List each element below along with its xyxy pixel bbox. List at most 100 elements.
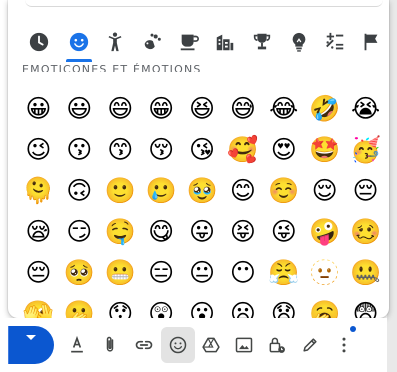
section-heading: EMOTICONES ET ÉMOTIONS <box>22 63 202 72</box>
emoji-item[interactable]: 😃 <box>59 88 100 129</box>
emoji-item[interactable]: 😀 <box>18 88 59 129</box>
emoji-item[interactable]: 😮 <box>182 293 223 318</box>
flag-icon <box>364 33 378 51</box>
category-recent[interactable] <box>24 26 54 58</box>
emoji-item[interactable]: 😗 <box>59 129 100 170</box>
lock-clock-icon <box>269 337 285 353</box>
emoji-item[interactable]: 😜 <box>263 211 304 252</box>
send-button-divider <box>8 326 9 364</box>
buildings-icon <box>216 34 234 51</box>
emoji-item[interactable]: 🤩 <box>304 129 345 170</box>
confidential-mode-button[interactable] <box>260 327 294 363</box>
emoji-item[interactable]: 😪 <box>18 211 59 252</box>
trophy-icon <box>253 33 271 50</box>
emoji-item[interactable]: 😍 <box>263 129 304 170</box>
emoji-item[interactable]: 😁 <box>141 88 182 129</box>
emoji-item[interactable]: 😂 <box>263 88 304 129</box>
category-food[interactable] <box>174 26 204 58</box>
emoji-item[interactable]: 🥺 <box>59 252 100 293</box>
pen-icon <box>303 338 317 352</box>
insert-signature-button[interactable] <box>293 327 327 363</box>
emoji-item[interactable]: 😏 <box>59 211 100 252</box>
symbols-icon <box>326 32 344 50</box>
emoji-item[interactable]: ☺️ <box>263 170 304 211</box>
emoji-item[interactable]: 😛 <box>182 211 223 252</box>
category-people[interactable] <box>100 26 130 58</box>
insert-link-button[interactable] <box>127 327 161 363</box>
emoji-item[interactable]: 🙃 <box>59 170 100 211</box>
insert-emoji-button[interactable] <box>161 327 195 363</box>
emoji-item[interactable]: 😬 <box>100 252 141 293</box>
emoji-item[interactable]: 😅 <box>222 88 263 129</box>
emoji-grid: 😀 😃 😄 😁 😆 😅 😂 🤣 😭 😉 😗 😙 😚 😘 🥰 😍 🤩 🥳 🫠 🙃 🙂 🥲 🥹 😊 ☺️ 😌 😔 😪 😏 🤤 😋 😛 😝 😜 🤪 🥴 😔 🥺 😬… <box>18 88 386 318</box>
category-travel[interactable] <box>210 26 240 58</box>
emoji-item[interactable]: 🥹 <box>182 170 223 211</box>
link-icon <box>135 340 153 350</box>
animals-icon <box>144 33 161 50</box>
emoji-item[interactable]: 😝 <box>222 211 263 252</box>
emoji-item[interactable]: 😔 <box>345 170 386 211</box>
category-smileys[interactable] <box>64 26 94 58</box>
smiley-icon <box>69 32 89 52</box>
person-icon <box>108 32 122 52</box>
emoji-item[interactable]: 😲 <box>141 293 182 318</box>
emoji-item[interactable]: 😶 <box>222 252 263 293</box>
emoji-item[interactable]: 🥴 <box>345 211 386 252</box>
emoji-item[interactable]: 😧 <box>263 293 304 318</box>
emoji-item[interactable]: 🥱 <box>304 293 345 318</box>
insert-photo-button[interactable] <box>227 327 261 363</box>
emoji-item[interactable]: 😉 <box>18 129 59 170</box>
attachment-icon <box>106 336 114 352</box>
category-animals[interactable] <box>137 26 167 58</box>
emoji-item[interactable]: 🤪 <box>304 211 345 252</box>
emoji-item[interactable]: 😊 <box>222 170 263 211</box>
insert-drive-button[interactable] <box>194 327 228 363</box>
emoji-item[interactable]: 🫢 <box>59 293 100 318</box>
more-options-button[interactable] <box>327 327 361 363</box>
chevron-down-icon <box>26 335 36 340</box>
clock-icon <box>29 32 49 52</box>
emoji-picker-panel: EMOTICONES ET ÉMOTIONS 😀 😃 😄 😁 😆 😅 😂 🤣 😭 😉 😗 😙 😚 😘 🥰 😍 🤩… <box>8 0 389 318</box>
emoji-item[interactable]: 🤤 <box>100 211 141 252</box>
photo-icon <box>235 337 253 353</box>
panel-top-edge <box>25 0 383 7</box>
notification-dot <box>350 326 356 332</box>
emoji-item[interactable]: 🤐 <box>345 252 386 293</box>
emoji-item[interactable]: 🥳 <box>345 129 386 170</box>
compose-toolbar <box>0 318 387 372</box>
emoji-item[interactable]: 😆 <box>182 88 223 129</box>
category-objects[interactable] <box>284 26 314 58</box>
lightbulb-icon <box>292 32 306 52</box>
emoji-item[interactable]: 😙 <box>100 129 141 170</box>
emoji-item[interactable]: 😔 <box>18 252 59 293</box>
emoji-item[interactable]: 🥰 <box>222 129 263 170</box>
attach-file-button[interactable] <box>93 327 127 363</box>
emoji-item[interactable]: 😄 <box>100 88 141 129</box>
send-options-button[interactable] <box>8 326 54 364</box>
emoji-item[interactable]: 😭 <box>345 88 386 129</box>
emoji-item[interactable]: 🫠 <box>18 170 59 211</box>
category-flags[interactable] <box>356 26 386 58</box>
emoji-item[interactable]: 🫣 <box>18 293 59 318</box>
emoji-item[interactable]: 😨 <box>345 293 386 318</box>
text-format-icon <box>71 335 83 353</box>
more-options-icon <box>342 337 346 353</box>
emoji-item[interactable]: 😘 <box>182 129 223 170</box>
emoji-item[interactable]: 😯 <box>100 293 141 318</box>
emoji-item[interactable]: 🫥 <box>304 252 345 293</box>
emoji-item[interactable]: 🤣 <box>304 88 345 129</box>
emoji-item[interactable]: 😑 <box>141 252 182 293</box>
emoji-item[interactable]: 😤 <box>263 252 304 293</box>
text-format-button[interactable] <box>60 327 94 363</box>
emoji-item[interactable]: 😦 <box>222 293 263 318</box>
category-symbols[interactable] <box>320 26 350 58</box>
emoji-item[interactable]: 😐 <box>182 252 223 293</box>
drive-icon <box>202 337 220 353</box>
emoji-item[interactable]: 😋 <box>141 211 182 252</box>
emoji-item[interactable]: 😌 <box>304 170 345 211</box>
emoji-category-bar <box>16 26 381 62</box>
emoji-item[interactable]: 😚 <box>141 129 182 170</box>
category-activities[interactable] <box>247 26 277 58</box>
emoji-item[interactable]: 🙂 <box>100 170 141 211</box>
emoji-item[interactable]: 🥲 <box>141 170 182 211</box>
